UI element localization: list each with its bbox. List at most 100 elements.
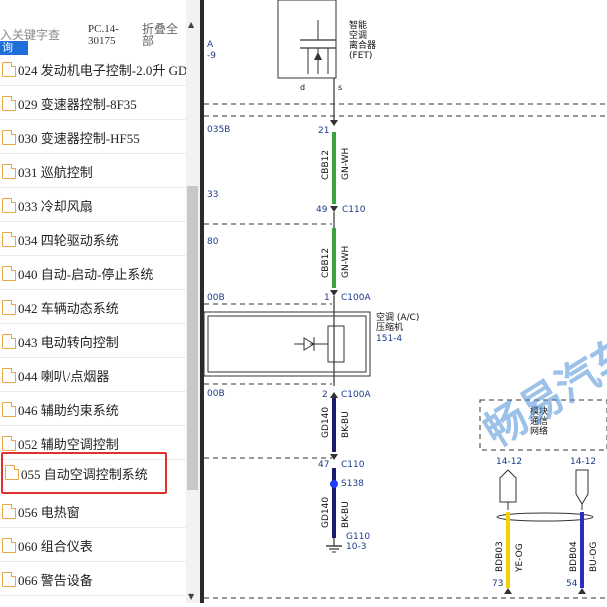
- connector-arrow-icon: [330, 454, 338, 460]
- document-icon: [2, 334, 16, 349]
- tree-item[interactable]: 043 电动转向控制: [0, 324, 186, 358]
- tree-item[interactable]: 033 冷却风扇: [0, 188, 186, 222]
- scroll-down-arrow-icon[interactable]: ▼: [188, 592, 194, 601]
- pin-label: 1: [324, 293, 330, 303]
- connector-arrow-icon: [330, 392, 338, 398]
- document-icon: [5, 465, 19, 480]
- tree-item[interactable]: 040 自动-启动-停止系统: [0, 256, 186, 290]
- document-icon: [2, 96, 16, 111]
- wiring-diagram-canvas: 智能 空调 离合器 (FET) A -9 d s 035B 33 80 00B …: [203, 0, 607, 603]
- document-icon: [2, 402, 16, 417]
- fet-module-box: [277, 0, 337, 79]
- left-ref: 00B: [207, 293, 225, 303]
- connector-ref: 14-12: [496, 457, 522, 467]
- fet-label: 空调: [349, 29, 367, 41]
- tree-item-label: 042 车辆动态系统: [18, 301, 119, 316]
- tree-item-label: 056 电热窗: [18, 505, 80, 520]
- wire-code: CBB12: [321, 248, 331, 278]
- tree-item[interactable]: 046 辅助约束系统: [0, 392, 186, 426]
- tree-item-label: 044 喇叭/点烟器: [18, 369, 110, 384]
- tree-item-label: 031 巡航控制: [18, 165, 93, 180]
- wire-color: YE-OG: [515, 543, 525, 573]
- tree-item-label: 024 发动机电子控制-2.0升 GDI: [18, 63, 192, 78]
- left-ref: A: [207, 40, 214, 50]
- component-label: 空调 (A/C): [376, 311, 419, 323]
- wire-color: BU-OG: [589, 542, 599, 572]
- wire-color: BK-BU: [341, 501, 351, 528]
- component-ref: 151-4: [376, 334, 402, 344]
- tree-item-label: 030 变速器控制-HF55: [18, 131, 140, 146]
- connector-ref: 14-12: [570, 457, 596, 467]
- ac-compressor-box: [203, 311, 371, 377]
- tree-item-label: 060 组合仪表: [18, 539, 93, 554]
- pin-label: s: [338, 83, 342, 92]
- scrollbar-thumb[interactable]: [187, 186, 198, 490]
- ground-ref: 10-3: [346, 542, 366, 552]
- tree-item-label: 029 变速器控制-8F35: [18, 97, 137, 112]
- left-ref: 33: [207, 190, 218, 200]
- connector-shape: [575, 469, 589, 505]
- fold-all-button[interactable]: 折叠全部: [142, 23, 186, 47]
- tree-item[interactable]: 031 巡航控制: [0, 154, 186, 188]
- tree-item[interactable]: 060 组合仪表: [0, 528, 186, 562]
- pin-label: 49: [316, 205, 328, 215]
- document-icon: [2, 572, 16, 587]
- fet-label: 智能: [349, 19, 367, 31]
- wire-code: BDB03: [495, 541, 505, 572]
- tree-item[interactable]: 034 四轮驱动系统: [0, 222, 186, 256]
- tree-item-label: 066 警告设备: [18, 573, 93, 588]
- ac-compressor-box-inner: [207, 315, 367, 373]
- pin-label: 73: [492, 579, 503, 589]
- wire-code: BDB04: [569, 541, 579, 572]
- document-icon: [2, 300, 16, 315]
- panel-toolbar: 入关键字查 询 PC.14-30175 折叠全部: [0, 0, 200, 56]
- twisted-pair-icon: [496, 512, 594, 522]
- tree-item[interactable]: 030 变速器控制-HF55: [0, 120, 186, 154]
- connector-arrow-icon: [578, 588, 586, 594]
- splice-label: S138: [341, 479, 364, 489]
- scroll-up-arrow-icon[interactable]: ▲: [188, 20, 194, 29]
- clutch-coil: [327, 325, 345, 363]
- tree-item-label: 040 自动-启动-停止系统: [18, 267, 154, 282]
- tree-item[interactable]: 066 警告设备: [0, 562, 186, 596]
- tree-item-label: 046 辅助约束系统: [18, 403, 119, 418]
- fet-label: 离合器: [349, 39, 376, 51]
- tree-item-label: 033 冷却风扇: [18, 199, 93, 214]
- document-icon: [2, 504, 16, 519]
- navigation-panel: 入关键字查 询 PC.14-30175 折叠全部 024 发动机电子控制-2.0…: [0, 0, 201, 603]
- document-icon: [2, 368, 16, 383]
- wire-color: BK-BU: [341, 411, 351, 438]
- connector-arrow-icon: [330, 120, 338, 126]
- wire-code: CBB12: [321, 150, 331, 180]
- left-ref: 80: [207, 237, 219, 247]
- connector-label: C100A: [341, 293, 371, 303]
- pin-label: 21: [318, 126, 329, 136]
- connector-arrow-icon: [330, 206, 338, 212]
- tree-item[interactable]: 044 喇叭/点烟器: [0, 358, 186, 392]
- component-label: 压缩机: [376, 321, 403, 333]
- connector-arrow-icon: [330, 290, 338, 296]
- tree-item[interactable]: 056 电热窗: [0, 494, 186, 528]
- left-ref: 00B: [207, 389, 225, 399]
- fet-arrow: [314, 52, 322, 60]
- connector-label: C110: [341, 460, 365, 470]
- wire-code: GD140: [321, 407, 331, 438]
- fet-label: (FET): [349, 51, 372, 61]
- tree-item[interactable]: 042 车辆动态系统: [0, 290, 186, 324]
- tree-item[interactable]: 029 变速器控制-8F35: [0, 86, 186, 120]
- ground-label: G110: [346, 532, 370, 542]
- tree-item-label: 055 自动空调控制系统: [21, 467, 148, 482]
- pin-label: 47: [318, 460, 329, 470]
- tree-item-selected[interactable]: 055 自动空调控制系统: [1, 452, 167, 494]
- connector-shape: [499, 469, 517, 503]
- connector-label: C110: [342, 205, 366, 215]
- wire-code: GD140: [321, 497, 331, 528]
- document-icon: [2, 436, 16, 451]
- splice-point: [330, 480, 338, 488]
- pin-label: d: [300, 83, 305, 92]
- left-ref: -9: [207, 51, 216, 61]
- tree-item[interactable]: 024 发动机电子控制-2.0升 GDI: [0, 52, 192, 86]
- document-icon: [2, 62, 16, 77]
- document-icon: [2, 198, 16, 213]
- wiring-diagram: 智能 空调 离合器 (FET) A -9 d s 035B 33 80 00B …: [203, 0, 607, 599]
